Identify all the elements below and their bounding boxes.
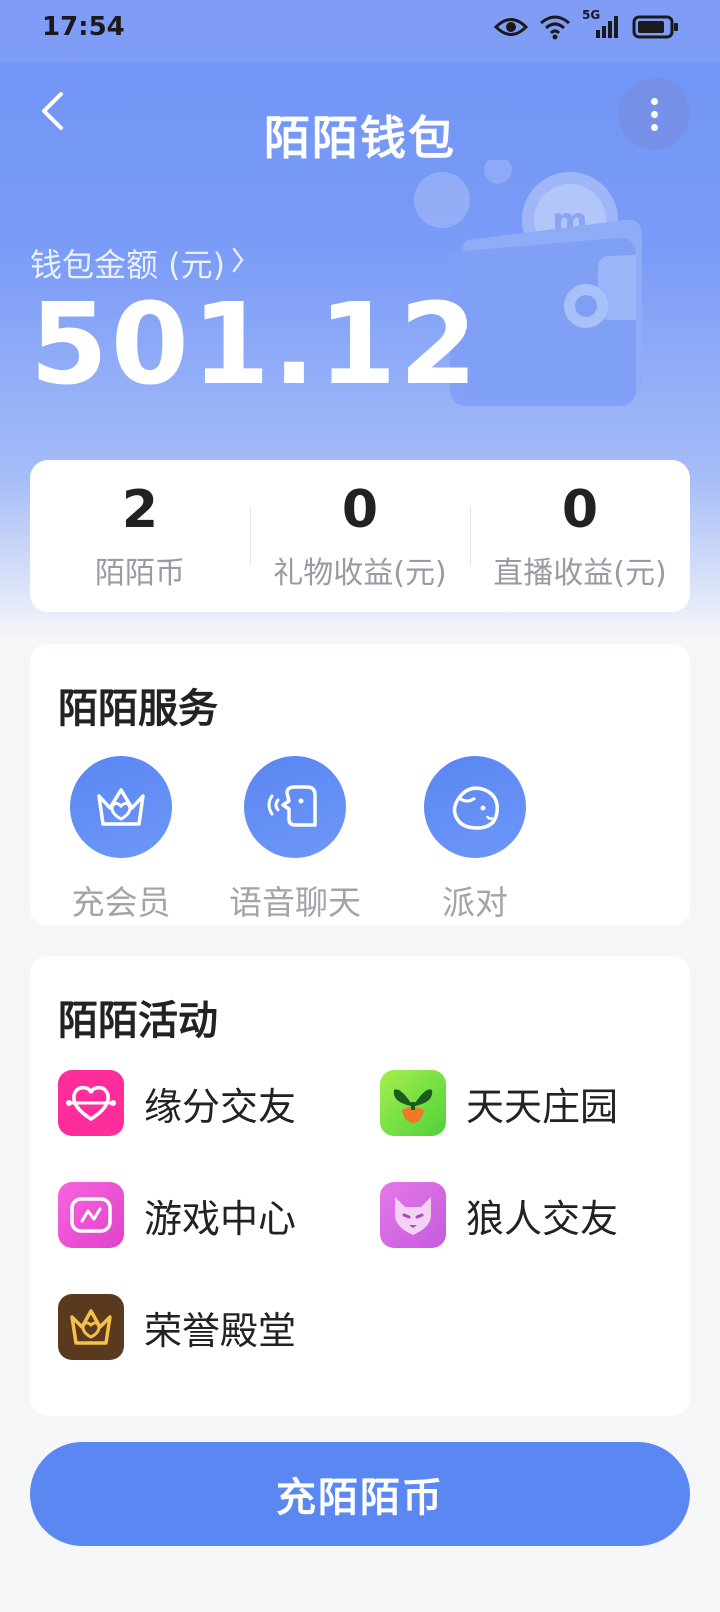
activity-label: 缘分交友: [144, 1084, 297, 1129]
stat-value: 2: [121, 480, 159, 540]
stat-label: 礼物收益(元): [273, 556, 447, 591]
service-party[interactable]: 派对: [380, 756, 570, 924]
page-title: 陌陌钱包: [264, 111, 456, 165]
stats-card: 2 陌陌币 0 礼物收益(元) 0 直播收益(元): [30, 460, 690, 612]
status-bar: 17:54 5G: [0, 0, 720, 62]
activity-label: 游戏中心: [144, 1196, 297, 1241]
eye-icon: [494, 16, 528, 38]
activities-section: 陌陌活动 缘分交友 天天庄园 游戏中心 狼人交友 荣誉殿堂: [30, 956, 690, 1416]
activities-title: 陌陌活动: [58, 998, 218, 1044]
balance-value: 501.12: [30, 280, 481, 410]
sprout-icon: [380, 1070, 446, 1136]
stat-value: 0: [341, 480, 379, 540]
crown-icon: [58, 1294, 124, 1360]
wolf-icon: [380, 1182, 446, 1248]
heart-icon: [58, 1070, 124, 1136]
stat-live-income[interactable]: 0 直播收益(元): [470, 460, 690, 612]
battery-icon: [632, 14, 680, 40]
signal-icon: 5G: [582, 8, 622, 40]
crown-icon: [70, 756, 172, 858]
services-title: 陌陌服务: [58, 686, 218, 732]
service-label: 充会员: [71, 883, 171, 922]
stat-momo-coin[interactable]: 2 陌陌币: [30, 460, 250, 612]
wifi-icon: [538, 14, 572, 40]
service-label: 派对: [442, 883, 508, 922]
stat-label: 直播收益(元): [493, 556, 667, 591]
activity-label: 荣誉殿堂: [144, 1308, 297, 1353]
activity-label: 天天庄园: [466, 1084, 619, 1129]
more-dot: [650, 110, 658, 118]
activity-label: 狼人交友: [466, 1196, 619, 1241]
service-voice-chat[interactable]: 语音聊天: [200, 756, 390, 924]
status-time: 17:54: [42, 12, 125, 42]
stat-label: 陌陌币: [95, 556, 185, 591]
service-vip[interactable]: 充会员: [26, 756, 216, 924]
activity-hall-of-honor[interactable]: 荣誉殿堂: [58, 1294, 296, 1360]
activity-game-center[interactable]: 游戏中心: [58, 1182, 296, 1248]
activity-match[interactable]: 缘分交友: [58, 1070, 296, 1136]
service-label: 语音聊天: [229, 883, 361, 922]
stat-gift-income[interactable]: 0 礼物收益(元): [250, 460, 470, 612]
status-icons: 5G: [494, 8, 680, 42]
stat-value: 0: [561, 480, 599, 540]
network-label: 5G: [582, 8, 601, 22]
activity-farm[interactable]: 天天庄园: [380, 1070, 618, 1136]
gamepad-icon: [58, 1182, 124, 1248]
activity-werewolf[interactable]: 狼人交友: [380, 1182, 618, 1248]
more-button[interactable]: [618, 78, 690, 150]
more-vertical-icon: [650, 97, 658, 105]
chevron-right-icon: [231, 244, 245, 282]
party-face-icon: [424, 756, 526, 858]
more-dot: [650, 123, 658, 131]
services-section: 陌陌服务 充会员 语音聊天 派对: [30, 644, 690, 926]
recharge-coins-button[interactable]: 充陌陌币: [30, 1442, 690, 1546]
voice-chat-icon: [244, 756, 346, 858]
